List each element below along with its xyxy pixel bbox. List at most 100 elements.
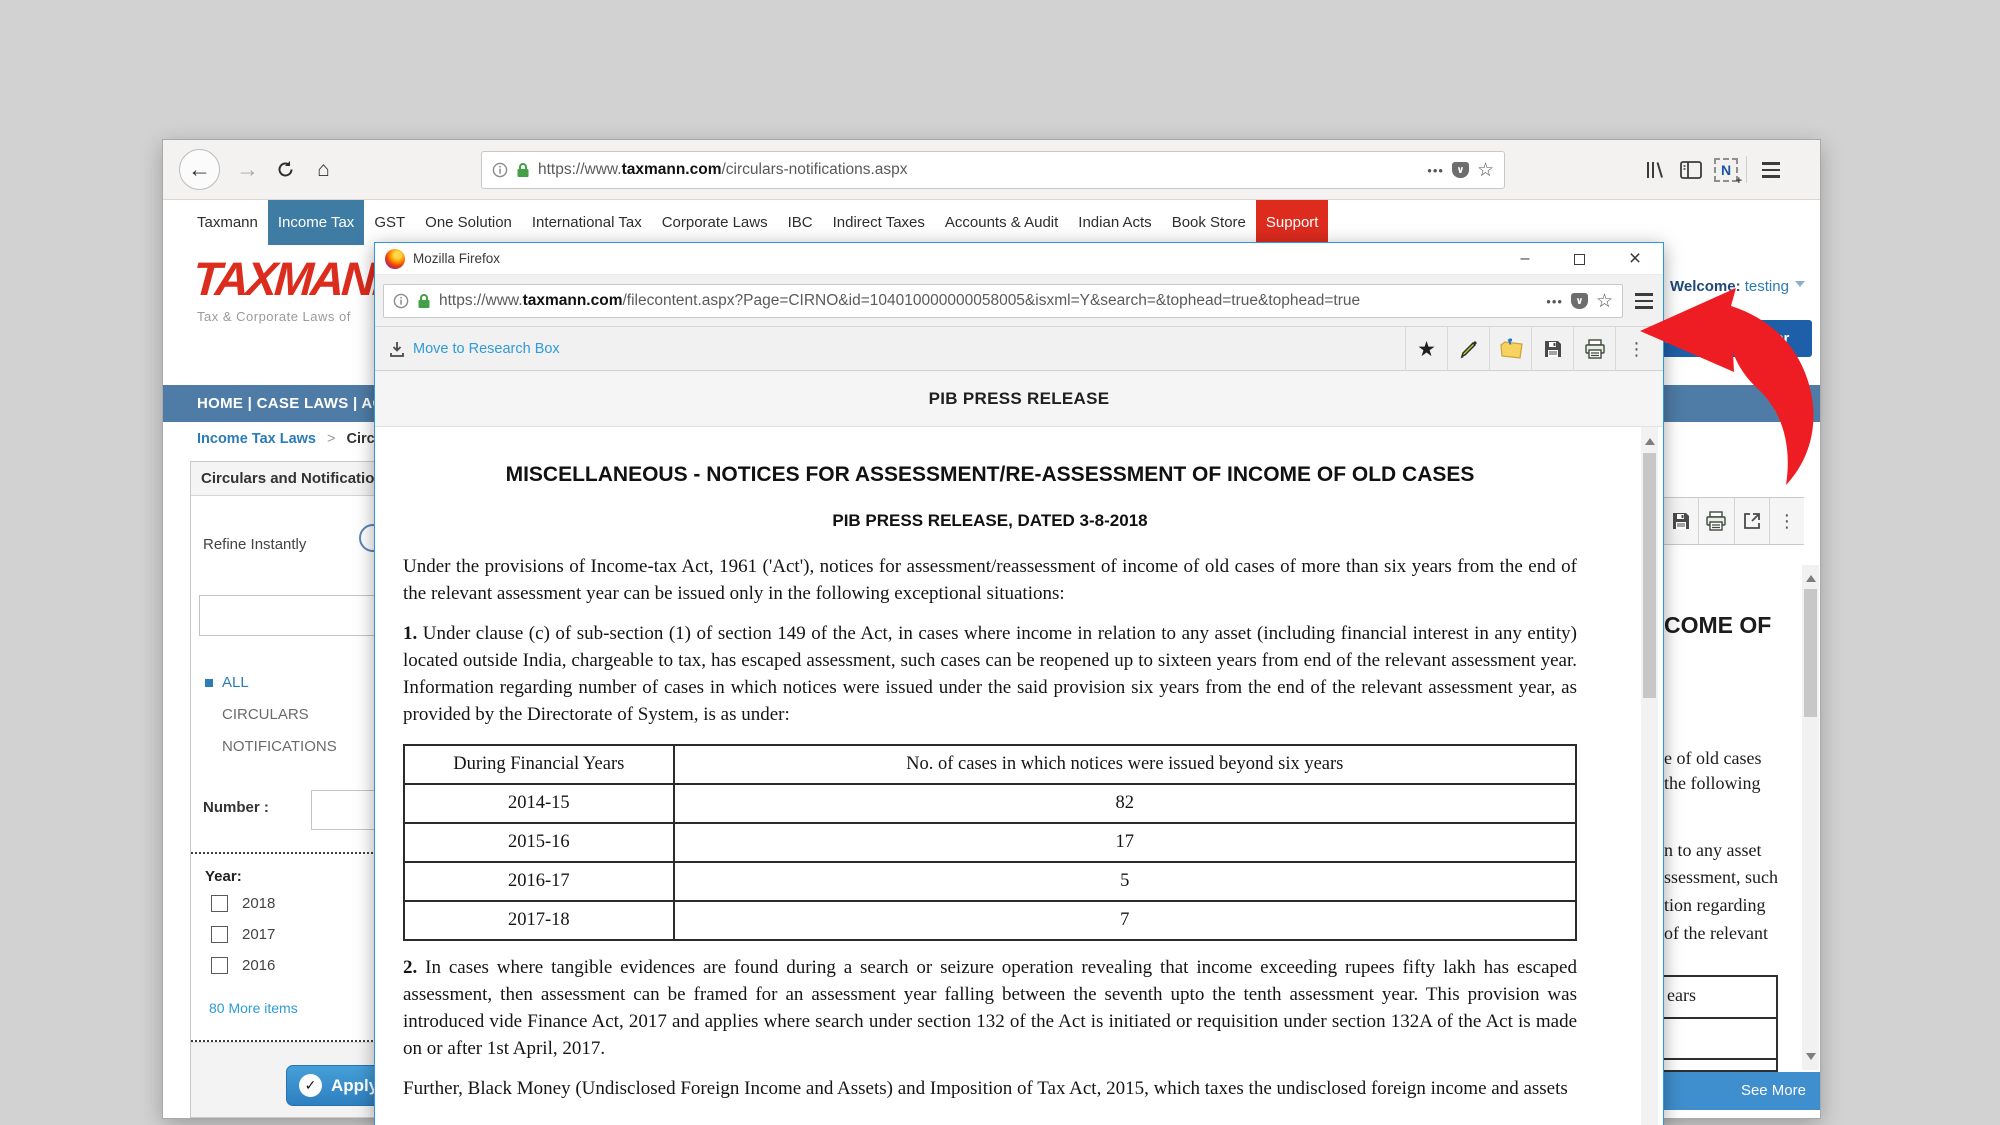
back-button[interactable]: ←	[179, 149, 220, 190]
library-button[interactable]	[1641, 156, 1669, 184]
save-icon	[1671, 511, 1691, 531]
paragraph-3: Further, Black Money (Undisclosed Foreig…	[403, 1075, 1577, 1102]
sidebar-toggle-button[interactable]	[1677, 156, 1705, 184]
document-type-band: PIB PRESS RELEASE	[375, 371, 1663, 427]
document-subheading: PIB PRESS RELEASE, DATED 3-8-2018	[403, 511, 1577, 531]
nav-tab-book-store[interactable]: Book Store	[1162, 200, 1256, 245]
filters-panel: Circulars and Notifications Refine Insta…	[190, 461, 402, 1118]
download-icon	[389, 341, 405, 357]
paragraph-1: 1. Under clause (c) of sub-section (1) o…	[403, 620, 1577, 728]
print-icon	[1705, 511, 1727, 531]
lock-icon	[516, 162, 530, 178]
hidden-doc-text-fragment: e of old cases	[1664, 748, 1816, 769]
save-doc-button[interactable]	[1531, 327, 1573, 371]
popup-titlebar[interactable]: Mozilla Firefox – ×	[375, 243, 1663, 275]
print-doc-button[interactable]	[1573, 327, 1615, 371]
more-items-link[interactable]: 80 More items	[209, 1000, 298, 1016]
page-actions-icon[interactable]: •••	[1546, 294, 1563, 309]
open-new-icon	[1742, 511, 1762, 531]
year-checkbox-2018[interactable]	[211, 895, 228, 912]
move-to-research-link[interactable]: Move to Research Box	[389, 327, 560, 371]
table-cell: 17	[674, 823, 1576, 862]
export-icon[interactable]: ↥	[1775, 393, 1794, 412]
page-actions-icon[interactable]: •••	[1427, 163, 1444, 178]
nav-tab-indirect-taxes[interactable]: Indirect Taxes	[823, 200, 935, 245]
research-note-button[interactable]	[1489, 327, 1531, 371]
welcome-user[interactable]: Welcome: testing	[1670, 278, 1805, 295]
open-new-window-button[interactable]	[1734, 498, 1769, 544]
popup-address-bar[interactable]: https://www.taxmann.com/filecontent.aspx…	[383, 284, 1623, 318]
scroll-down-icon[interactable]	[1806, 1053, 1816, 1065]
bookmark-star-icon[interactable]: ☆	[1477, 159, 1494, 182]
home-button[interactable]: ⌂	[303, 149, 344, 190]
highlighter-button[interactable]	[1447, 327, 1489, 371]
forward-button[interactable]: →	[227, 149, 268, 190]
nav-tab-international-tax[interactable]: International Tax	[522, 200, 652, 245]
nav-tab-accounts-audit[interactable]: Accounts & Audit	[935, 200, 1068, 245]
bookmark-doc-button[interactable]: ★	[1405, 327, 1447, 371]
table-header: During Financial Years	[404, 745, 674, 784]
popup-window-title: Mozilla Firefox	[413, 251, 500, 266]
maximize-button[interactable]	[1555, 243, 1603, 275]
site-info-icon[interactable]	[492, 162, 508, 178]
scroll-up-icon[interactable]	[1806, 570, 1816, 582]
nav-tab-support[interactable]: Support	[1256, 200, 1329, 245]
scrollbar-thumb[interactable]	[1804, 589, 1817, 717]
more-tools-button[interactable]: ⋮	[1615, 327, 1657, 371]
sidebar-search-input[interactable]	[199, 595, 402, 636]
screenshot-extension-button[interactable]: N+	[1712, 156, 1740, 184]
nav-tab-ibc[interactable]: IBC	[778, 200, 823, 245]
filters-footer: ✓ Apply	[191, 1042, 401, 1118]
firefox-icon	[385, 249, 405, 269]
refresh-button[interactable]	[265, 149, 306, 190]
print-button[interactable]	[1698, 498, 1733, 544]
screenshot-canvas: ← → ⌂ https://www.taxmann.com/circulars-…	[0, 0, 2000, 1125]
hidden-doc-text-fragment: the following	[1664, 773, 1816, 794]
pocket-icon[interactable]: ∨	[1571, 293, 1588, 309]
table-cell: 2015-16	[404, 823, 674, 862]
menu-button[interactable]	[1757, 156, 1785, 184]
more-options-button[interactable]: ⋮	[1769, 498, 1804, 544]
table-cell: 2014-15	[404, 784, 674, 823]
address-bar[interactable]: https://www.taxmann.com/circulars-notifi…	[481, 151, 1505, 189]
popup-menu-button[interactable]	[1629, 284, 1659, 318]
close-button[interactable]: ×	[1611, 243, 1659, 275]
hamburger-icon	[1762, 162, 1780, 177]
table-cell: 2017-18	[404, 901, 674, 940]
filter-option-circulars[interactable]: CIRCULARS	[205, 706, 337, 723]
filter-option-notifications[interactable]: NOTIFICATIONS	[205, 738, 337, 755]
year-label: Year:	[205, 868, 242, 885]
nav-tab-gst[interactable]: GST	[364, 200, 415, 245]
pocket-icon[interactable]: ∨	[1452, 162, 1469, 178]
hidden-doc-text-fragment: of the relevant	[1664, 923, 1816, 944]
scrollbar-thumb[interactable]	[1643, 453, 1656, 698]
check-icon: ✓	[299, 1074, 322, 1097]
bookmark-star-icon[interactable]: ☆	[1596, 290, 1613, 313]
site-info-icon[interactable]	[393, 293, 409, 309]
nav-tab-indian-acts[interactable]: Indian Acts	[1068, 200, 1161, 245]
page-scrollbar[interactable]	[1802, 565, 1819, 1070]
breadcrumb-link[interactable]: Income Tax Laws	[197, 431, 316, 447]
refine-instantly-label: Refine Instantly	[203, 536, 306, 553]
year-checkbox-2016[interactable]	[211, 957, 228, 974]
scroll-up-icon[interactable]	[1645, 433, 1655, 445]
filter-option-all[interactable]: ALL	[205, 674, 337, 691]
nav-tab-corporate-laws[interactable]: Corporate Laws	[652, 200, 778, 245]
welcome-username: testing	[1745, 278, 1789, 295]
hidden-doc-table-fragment: ears	[1664, 975, 1778, 1072]
document-heading: MISCELLANEOUS - NOTICES FOR ASSESSMENT/R…	[403, 463, 1577, 487]
hamburger-icon	[1635, 293, 1653, 308]
minimize-button[interactable]: –	[1501, 243, 1549, 275]
table-fragment-text: ears	[1667, 985, 1696, 1006]
back-icon: ←	[188, 156, 211, 183]
save-button[interactable]	[1664, 498, 1698, 544]
hidden-doc-text-fragment: tion regarding	[1664, 895, 1816, 916]
popup-scrollbar[interactable]	[1641, 427, 1658, 1125]
year-checkbox-list: 201820172016	[211, 895, 275, 988]
nav-tab-income-tax[interactable]: Income Tax	[268, 200, 364, 245]
year-checkbox-2017[interactable]	[211, 926, 228, 943]
nav-tab-taxmann[interactable]: Taxmann	[187, 200, 268, 245]
document-toolbar: ⋮	[1664, 497, 1804, 545]
table-row: 2017-187	[404, 901, 1576, 940]
nav-tab-one-solution[interactable]: One Solution	[415, 200, 522, 245]
